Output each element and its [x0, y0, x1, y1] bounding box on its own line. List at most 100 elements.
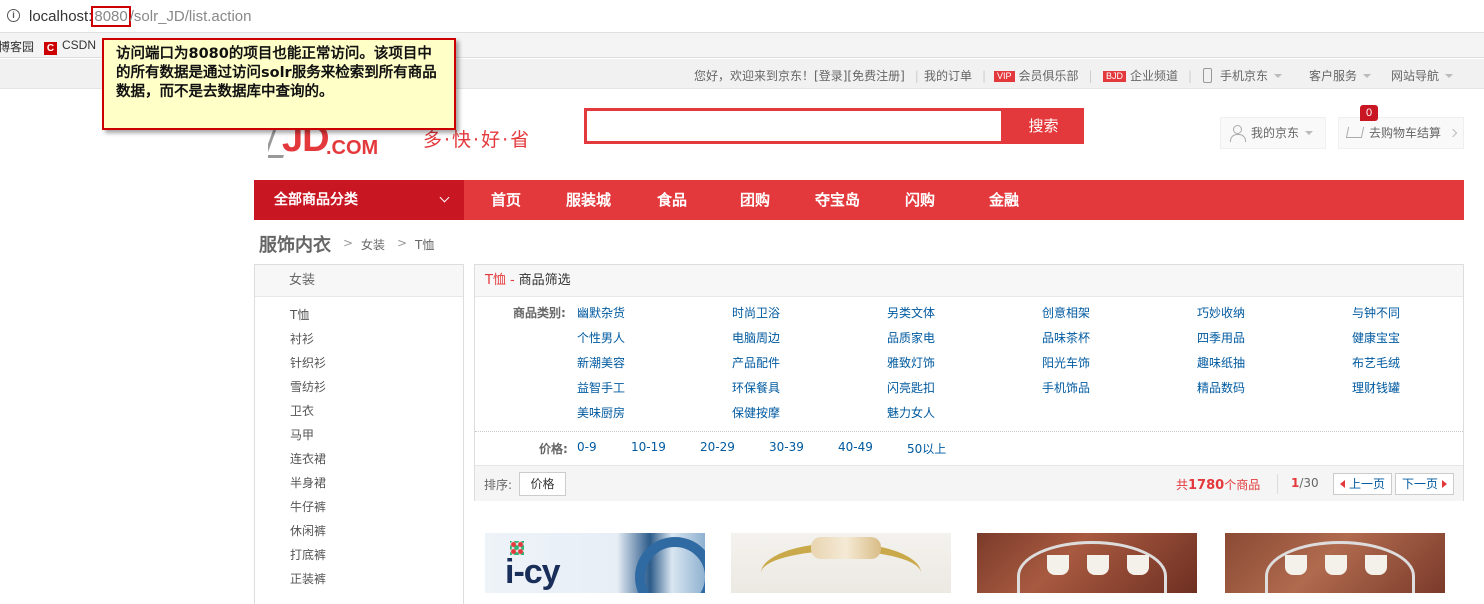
nav-item-flash-sale[interactable]: 闪购 — [905, 180, 935, 220]
category-link[interactable]: 保健按摩 — [732, 404, 780, 421]
my-orders-label: 我的订单 — [924, 69, 973, 83]
category-link[interactable]: 个性男人 — [577, 329, 625, 346]
nav-item-finance[interactable]: 金融 — [989, 180, 1019, 220]
category-link[interactable]: 理财钱罐 — [1352, 379, 1400, 396]
cart-icon — [1345, 127, 1365, 138]
search-input[interactable] — [587, 111, 1001, 141]
site-nav-link[interactable]: 网站导航 — [1391, 67, 1454, 84]
all-categories-button[interactable]: 全部商品分类 — [254, 180, 464, 220]
mobile-jd-link[interactable]: 手机京东 — [1203, 67, 1283, 84]
my-jd-button[interactable]: 我的京东 — [1220, 117, 1326, 149]
category-link[interactable]: 闪亮匙扣 — [887, 379, 935, 396]
category-link[interactable]: 手机饰品 — [1042, 379, 1090, 396]
login-link[interactable]: [登录] — [814, 69, 847, 83]
product-image[interactable] — [731, 533, 951, 593]
vip-club-link[interactable]: VIP 会员俱乐部 | — [994, 67, 1093, 84]
info-icon[interactable]: i — [7, 9, 20, 22]
sidebar-item[interactable]: 衬衫 — [255, 327, 463, 351]
customer-service-link[interactable]: 客户服务 — [1309, 67, 1372, 84]
category-link[interactable]: 健康宝宝 — [1352, 329, 1400, 346]
category-link[interactable]: 巧妙收纳 — [1197, 304, 1245, 321]
chevron-down-icon — [1363, 74, 1372, 78]
category-link[interactable]: 品质家电 — [887, 329, 935, 346]
product-image[interactable]: i-cy — [485, 533, 705, 593]
price-range-link[interactable]: 50以上 — [907, 440, 946, 457]
category-link[interactable]: 四季用品 — [1197, 329, 1245, 346]
nav-item-clothing[interactable]: 服装城 — [566, 180, 611, 220]
chevron-down-icon — [439, 192, 450, 203]
bookmark-csdn[interactable]: C CSDN — [44, 38, 96, 55]
sidebar-item[interactable]: 雪纺衫 — [255, 375, 463, 399]
sidebar-item[interactable]: 针织衫 — [255, 351, 463, 375]
sidebar-item[interactable]: 打底裤 — [255, 543, 463, 567]
category-link[interactable]: 创意相架 — [1042, 304, 1090, 321]
price-range-link[interactable]: 0-9 — [577, 440, 597, 454]
product-image[interactable] — [977, 533, 1197, 593]
breadcrumb-level2[interactable]: T恤 — [415, 236, 434, 253]
product-shape — [1047, 555, 1069, 575]
price-range-link[interactable]: 40-49 — [838, 440, 873, 454]
product-image[interactable] — [1225, 533, 1445, 593]
enterprise-label: 企业频道 — [1130, 69, 1179, 83]
breadcrumb-separator: > — [397, 236, 408, 250]
category-link[interactable]: 雅致灯饰 — [887, 354, 935, 371]
category-link[interactable]: 与钟不同 — [1352, 304, 1400, 321]
product-shape — [1087, 555, 1109, 575]
nav-item-group-buy[interactable]: 团购 — [740, 180, 770, 220]
category-link[interactable]: 环保餐具 — [732, 379, 780, 396]
sidebar-item[interactable]: 马甲 — [255, 423, 463, 447]
category-link[interactable]: 阳光车饰 — [1042, 354, 1090, 371]
breadcrumb-separator: > — [343, 236, 354, 250]
total-count-number: 1780 — [1188, 478, 1225, 493]
price-range-link[interactable]: 30-39 — [769, 440, 804, 454]
breadcrumb-root[interactable]: 服饰内衣 — [259, 231, 331, 257]
sidebar-item[interactable]: 卫衣 — [255, 399, 463, 423]
category-link[interactable]: 品味茶杯 — [1042, 329, 1090, 346]
category-link[interactable]: 时尚卫浴 — [732, 304, 780, 321]
site-nav-label: 网站导航 — [1391, 69, 1440, 83]
register-link[interactable]: [免费注册] — [847, 69, 904, 83]
sidebar-heading[interactable]: 女装 — [255, 265, 463, 297]
sort-label: 排序: — [484, 478, 513, 492]
prev-page-button[interactable]: 上一页 — [1333, 473, 1393, 495]
category-link[interactable]: 精品数码 — [1197, 379, 1245, 396]
bookmark-cnblogs[interactable]: 博客园 — [0, 38, 34, 55]
category-link[interactable]: 魅力女人 — [887, 404, 935, 421]
search-box — [584, 108, 1004, 144]
nav-item-food[interactable]: 食品 — [657, 180, 687, 220]
enterprise-link[interactable]: BJD 企业频道 | — [1103, 67, 1192, 84]
sort-by-price-button[interactable]: 价格 — [519, 472, 566, 496]
category-link[interactable]: 另类文体 — [887, 304, 935, 321]
sidebar-item[interactable]: 休闲裤 — [255, 519, 463, 543]
cart-button[interactable]: 去购物车结算 — [1338, 117, 1464, 149]
nav-item-treasure[interactable]: 夺宝岛 — [815, 180, 860, 220]
sidebar-item[interactable]: 半身裙 — [255, 471, 463, 495]
arrow-left-icon — [1340, 480, 1345, 488]
category-link[interactable]: 趣味纸抽 — [1197, 354, 1245, 371]
filter-title: 商品筛选 — [518, 273, 571, 288]
search-button[interactable]: 搜索 — [1003, 108, 1084, 144]
sidebar-item[interactable]: T恤 — [255, 303, 463, 327]
sidebar-item[interactable]: 正装裤 — [255, 567, 463, 591]
sidebar-item[interactable]: 连衣裙 — [255, 447, 463, 471]
price-range-link[interactable]: 10-19 — [631, 440, 666, 454]
next-page-button[interactable]: 下一页 — [1395, 473, 1455, 495]
category-link[interactable]: 幽默杂货 — [577, 304, 625, 321]
total-count: 共1780个商品 — [1176, 476, 1260, 493]
sidebar-item[interactable]: 牛仔裤 — [255, 495, 463, 519]
browser-address-bar[interactable]: i localhost: 8080/solr_JD/list.action — [0, 0, 1484, 33]
category-link[interactable]: 电脑周边 — [732, 329, 780, 346]
breadcrumb-level1[interactable]: 女装 — [361, 236, 385, 253]
price-range-link[interactable]: 20-29 — [700, 440, 735, 454]
my-orders-link[interactable]: 我的订单 | — [924, 67, 986, 84]
category-link[interactable]: 产品配件 — [732, 354, 780, 371]
all-categories-label: 全部商品分类 — [274, 192, 358, 208]
url-port-highlight: 8080 — [91, 6, 131, 27]
category-link[interactable]: 美味厨房 — [577, 404, 625, 421]
nav-item-home[interactable]: 首页 — [491, 180, 521, 220]
url-text[interactable]: localhost: 8080/solr_JD/list.action — [29, 6, 251, 27]
category-link[interactable]: 布艺毛绒 — [1352, 354, 1400, 371]
category-link[interactable]: 益智手工 — [577, 379, 625, 396]
filter-divider — [475, 431, 1463, 432]
category-link[interactable]: 新潮美容 — [577, 354, 625, 371]
